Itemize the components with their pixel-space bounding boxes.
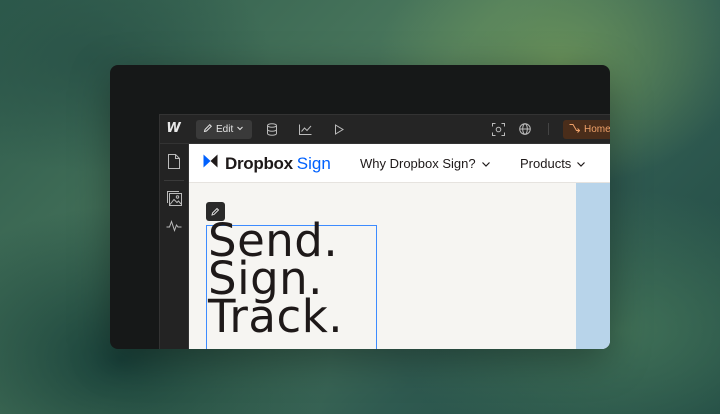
page-icon[interactable] <box>166 153 182 169</box>
page-selector-button[interactable]: Homep <box>563 120 610 139</box>
globe-icon[interactable] <box>517 121 533 137</box>
toolbar-divider <box>548 123 549 135</box>
nav-item-products[interactable]: Products <box>520 156 586 171</box>
left-sidebar <box>160 144 189 349</box>
brand-product: Sign <box>296 153 331 173</box>
pencil-icon <box>203 123 213 136</box>
hero-heading[interactable]: Send. Sign. Track. <box>208 218 344 343</box>
chevron-down-icon <box>576 156 586 171</box>
assets-icon[interactable] <box>166 190 182 206</box>
design-canvas: Dropbox Sign Why Dropbox Sign? Products <box>189 144 610 349</box>
page-selector-label: Homep <box>584 124 610 135</box>
hero-image-panel <box>576 183 610 349</box>
webflow-logo-icon[interactable]: W <box>165 120 181 136</box>
edit-mode-button[interactable]: Edit <box>196 120 252 139</box>
analytics-icon[interactable] <box>297 121 313 137</box>
nav-item-label: Why Dropbox Sign? <box>360 156 476 171</box>
webflow-editor: W Edit Hom Dropbox Sign Why Dropbox Sign… <box>159 114 610 349</box>
top-toolbar: W Edit Hom <box>160 115 610 144</box>
site-navbar: Dropbox Sign Why Dropbox Sign? Products <box>189 144 610 183</box>
sidebar-divider <box>164 180 184 181</box>
nav-item-label: Products <box>520 156 572 171</box>
activity-icon[interactable] <box>166 218 182 234</box>
dropbox-logo-icon <box>202 153 219 174</box>
hero-line: Track. <box>208 290 344 343</box>
play-icon[interactable] <box>331 121 347 137</box>
editor-window: W Edit Hom Dropbox Sign Why Dropbox Sign… <box>110 65 610 349</box>
chevron-down-icon <box>481 156 491 171</box>
edit-mode-label: Edit <box>216 124 234 135</box>
nav-item-why-dropbox-sign[interactable]: Why Dropbox Sign? <box>360 156 491 171</box>
brand-name: Dropbox <box>225 153 293 173</box>
screenshot-icon[interactable] <box>490 121 506 137</box>
brand-logo[interactable]: Dropbox Sign <box>202 153 331 174</box>
branch-icon <box>569 123 581 136</box>
database-icon[interactable] <box>264 121 280 137</box>
chevron-down-icon <box>236 124 244 135</box>
